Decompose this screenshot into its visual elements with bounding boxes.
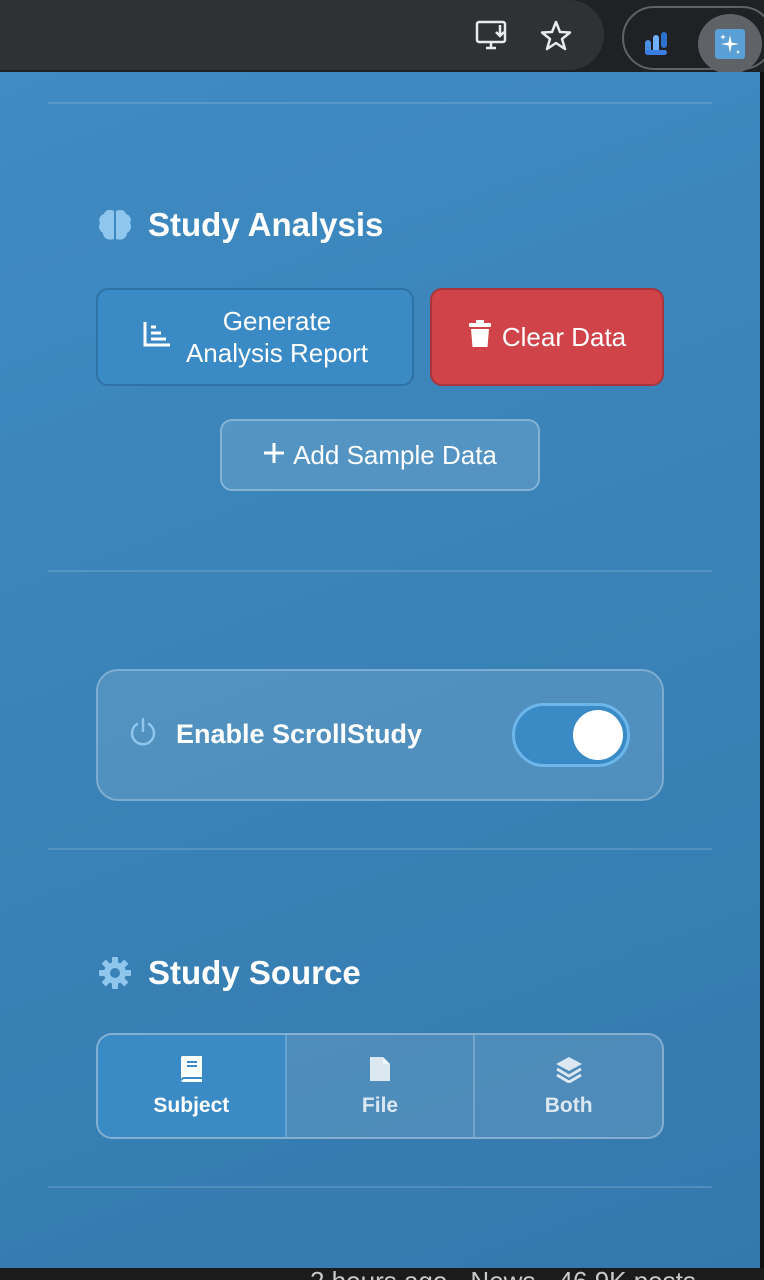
extensions-area <box>622 6 764 74</box>
generate-report-button[interactable]: Generate Analysis Report <box>96 288 414 386</box>
study-analysis-heading: Study Analysis <box>96 206 383 244</box>
file-icon <box>365 1054 395 1084</box>
study-source-heading: Study Source <box>96 954 361 992</box>
divider <box>48 1186 712 1188</box>
background-page-bottom: 2 hours ago · News · 46.9K posts <box>0 1268 764 1280</box>
extension-popup: Study Analysis Generate Analysis Report … <box>0 72 760 1268</box>
star-icon[interactable] <box>532 12 580 60</box>
power-icon <box>128 717 162 751</box>
source-option-label: File <box>361 1094 399 1117</box>
background-page-edge <box>760 72 764 1280</box>
enable-scrollstudy-label: Enable ScrollStudy <box>176 719 423 749</box>
gear-icon <box>96 954 134 992</box>
source-option-label: Subject <box>153 1094 230 1117</box>
clear-data-button[interactable]: Clear Data <box>430 288 664 386</box>
source-option-both[interactable]: Both <box>475 1035 662 1137</box>
extension-blue-icon[interactable] <box>630 18 682 70</box>
add-sample-data-label: Add Sample Data <box>293 439 497 470</box>
add-sample-data-button[interactable]: Add Sample Data <box>220 419 540 491</box>
source-option-file[interactable]: File <box>287 1035 476 1137</box>
generate-label-line1: Generate <box>222 306 332 336</box>
section-title: Study Source <box>148 954 361 991</box>
trash-icon <box>468 319 492 355</box>
layers-icon <box>554 1054 584 1084</box>
source-option-subject[interactable]: Subject <box>98 1035 287 1137</box>
book-icon <box>176 1054 206 1084</box>
extension-sparkle-icon[interactable] <box>698 14 762 74</box>
divider <box>48 570 712 572</box>
divider <box>48 848 712 850</box>
study-source-selector: Subject File Both <box>96 1033 664 1139</box>
install-app-icon[interactable] <box>468 12 516 60</box>
brain-icon <box>96 206 134 244</box>
background-snippet: 2 hours ago · News · 46.9K posts <box>310 1268 696 1280</box>
browser-toolbar <box>0 0 764 74</box>
divider <box>48 102 712 104</box>
clear-data-label: Clear Data <box>501 321 627 352</box>
source-option-label: Both <box>544 1094 593 1117</box>
plus-icon <box>263 440 285 471</box>
section-title: Study Analysis <box>148 206 384 243</box>
switch-knob <box>573 710 623 760</box>
enable-scrollstudy-switch[interactable] <box>512 703 630 767</box>
enable-toggle-card: Enable ScrollStudy <box>96 669 664 801</box>
generate-label-line2: Analysis Report <box>185 338 369 368</box>
chart-icon <box>142 320 172 355</box>
